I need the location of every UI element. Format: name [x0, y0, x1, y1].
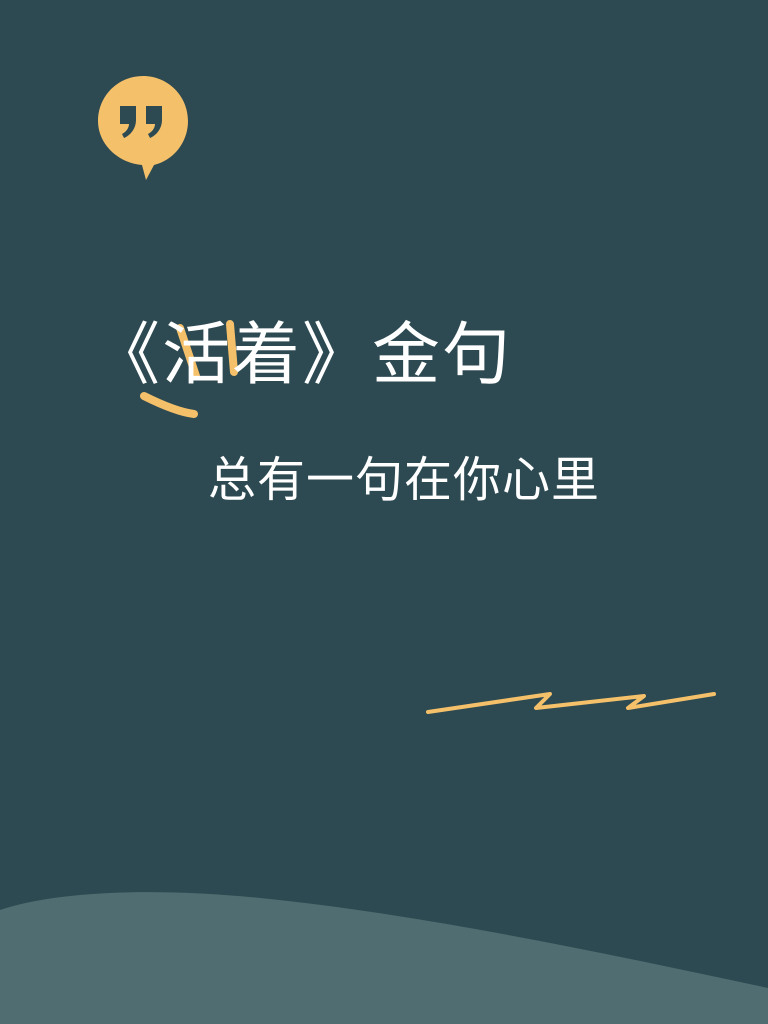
zigzag-decoration [426, 692, 716, 714]
bottom-hill-decoration [0, 892, 768, 1024]
quote-bubble-icon [98, 76, 188, 180]
poster-title: 《活着》金句 [92, 316, 513, 395]
poster-subtitle: 总有一句在你心里 [208, 452, 601, 508]
poster-canvas: 《活着》金句 总有一句在你心里 [0, 0, 768, 1024]
